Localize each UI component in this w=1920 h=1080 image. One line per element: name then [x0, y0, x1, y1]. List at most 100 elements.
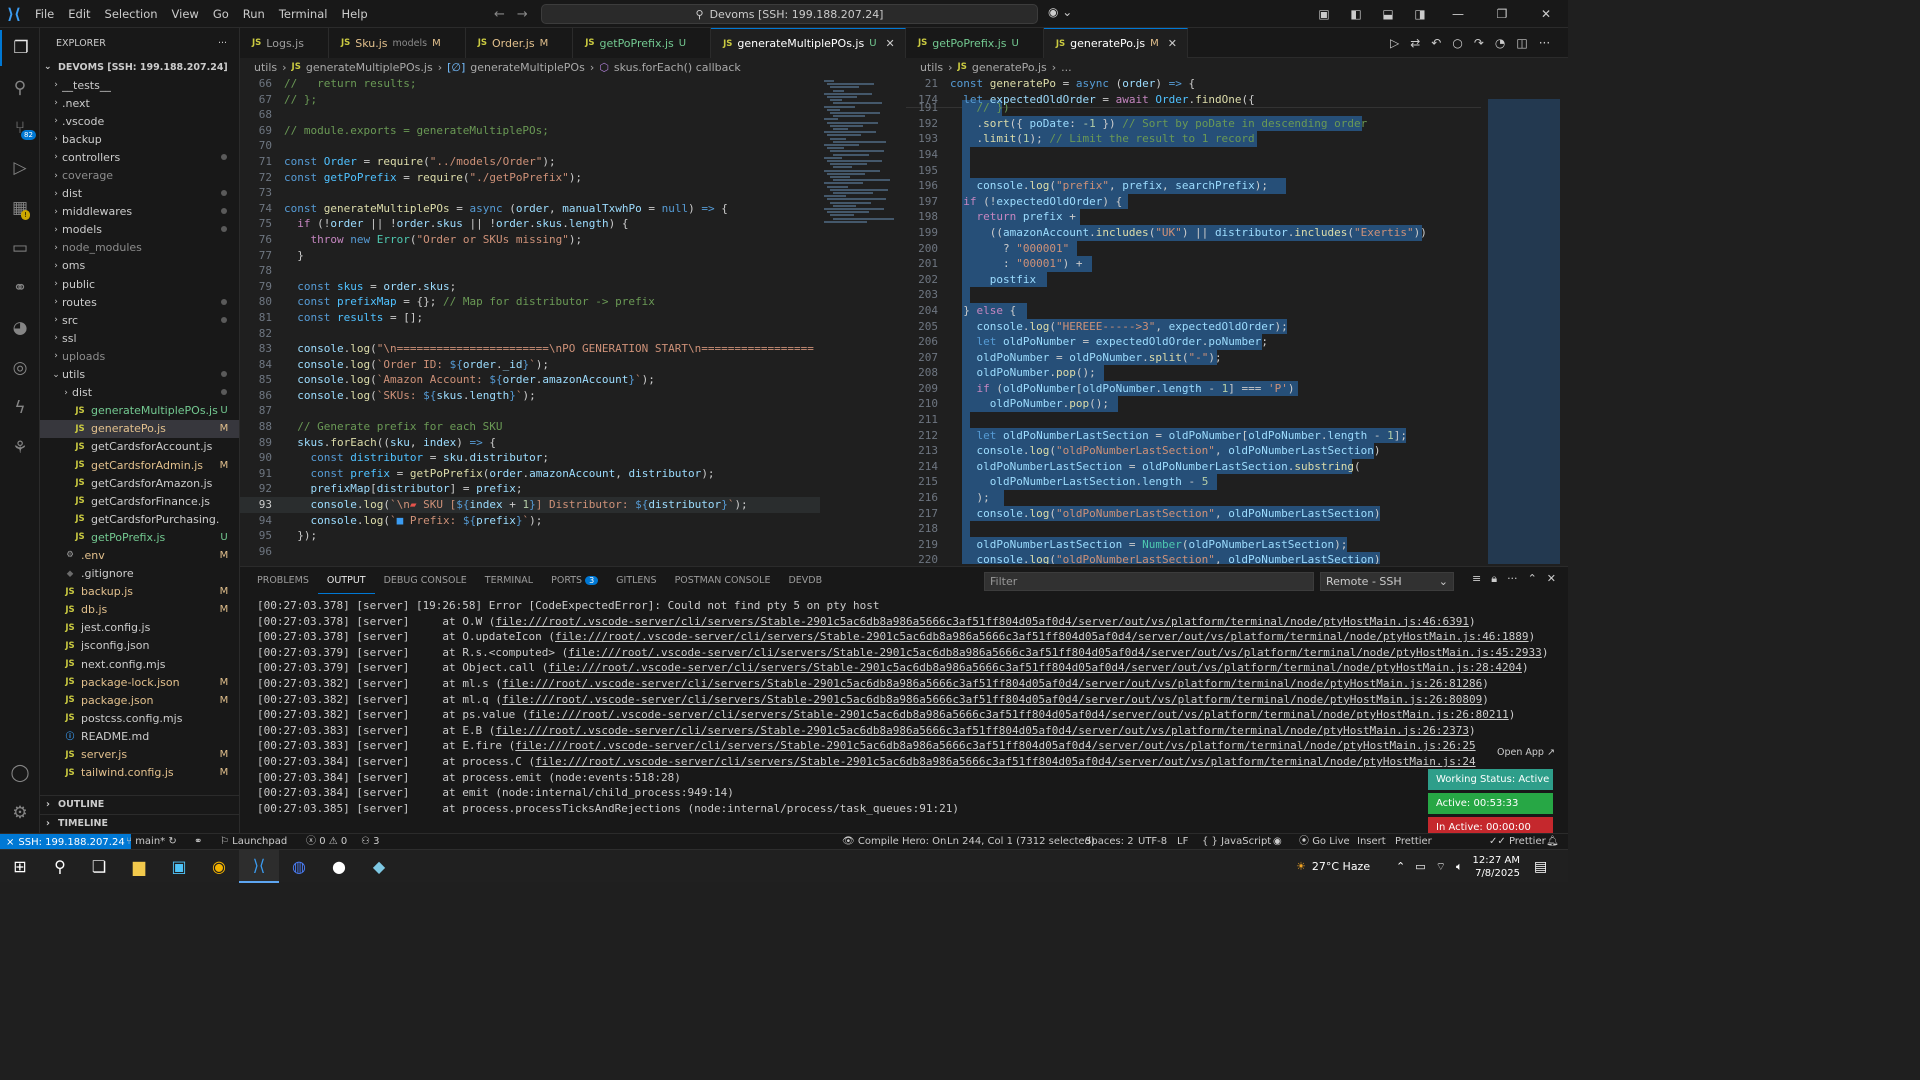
toggle-sidebar-icon[interactable]: ◧	[1340, 7, 1372, 21]
tree-item[interactable]: JS getCardsforAmazon.js	[40, 474, 239, 492]
output-line[interactable]: [00:27:03.384] [server] at emit (node:in…	[257, 785, 1557, 801]
code-line[interactable]: 203	[906, 287, 1481, 303]
indentation[interactable]: Spaces: 2	[1085, 834, 1134, 850]
editor-tab[interactable]: JS generateMultiplePOs.js U ✕	[711, 28, 906, 58]
breadcrumb-item[interactable]: skus.forEach() callback	[614, 61, 741, 74]
editor-tab[interactable]: JS generatePo.js M ✕	[1043, 28, 1188, 58]
menu-help[interactable]: Help	[334, 0, 374, 28]
tree-item[interactable]: › public	[40, 275, 239, 293]
code-line[interactable]: 85 console.log(`Amazon Account: ${order.…	[240, 372, 820, 388]
tree-item[interactable]: JS tailwind.config.js M	[40, 764, 239, 782]
output-line[interactable]: [00:27:03.378] [server] [19:26:58] Error…	[257, 598, 1557, 614]
git-branch[interactable]: ⑂ main* ↻	[126, 834, 177, 850]
revert-icon[interactable]: ↶	[1431, 36, 1441, 50]
output-file-link[interactable]: file:///root/.vscode-server/cli/servers/…	[495, 724, 1469, 737]
output-filter-input[interactable]: Filter	[984, 572, 1314, 591]
code-line[interactable]: 192 .sort({ poDate: -1 }) // Sort by poD…	[906, 115, 1481, 132]
tree-item[interactable]: JS db.js M	[40, 601, 239, 619]
code-line[interactable]: 214 oldPoNumberLastSection = oldPoNumber…	[906, 458, 1481, 475]
code-line[interactable]: 73	[240, 185, 820, 201]
tree-item[interactable]: › routes	[40, 293, 239, 311]
thunder-icon[interactable]: ϟ	[0, 390, 40, 426]
launchpad-item[interactable]: ⚐ Launchpad	[220, 834, 287, 850]
tree-item[interactable]: JS next.config.mjs	[40, 655, 239, 673]
menu-view[interactable]: View	[165, 0, 206, 28]
code-line[interactable]: 199 ((amazonAccount.includes("UK") || di…	[906, 224, 1481, 241]
outline-section[interactable]: › OUTLINE	[40, 795, 240, 813]
menu-edit[interactable]: Edit	[61, 0, 97, 28]
vscode-taskbar-icon[interactable]: ⟩⟨	[239, 850, 279, 883]
code-line[interactable]: 79 const skus = order.skus;	[240, 279, 820, 295]
left-code-editor[interactable]: 66 // return results; 67 // }; 68 69 // module…	[240, 76, 820, 564]
code-line[interactable]: 83 console.log("\n======================…	[240, 341, 820, 357]
forward-arrow-icon[interactable]: →	[517, 7, 528, 22]
output-line[interactable]: [00:27:03.385] [server] at process.proce…	[257, 801, 1557, 817]
account-icon[interactable]: ◯	[0, 755, 40, 791]
code-line[interactable]: 81 const results = [];	[240, 310, 820, 326]
compare-icon[interactable]: ⇄	[1410, 36, 1420, 50]
timeline-git-icon[interactable]: ◎	[0, 350, 40, 386]
more-actions-icon[interactable]: ···	[218, 38, 227, 49]
notifications-bell-icon[interactable]: 🔔︎	[1546, 834, 1559, 850]
cursor-position[interactable]: Ln 244, Col 1 (7312 selected)	[947, 834, 1095, 850]
output-line[interactable]: [00:27:03.379] [server] at Object.call (…	[257, 660, 1557, 676]
code-line[interactable]: 200 ? "000001"	[906, 240, 1481, 257]
output-log[interactable]: [00:27:03.378] [server] [19:26:58] Error…	[257, 598, 1557, 816]
clock[interactable]: 12:27 AM 7/8/2025	[1472, 850, 1520, 883]
code-line[interactable]: 74 const generateMultiplePOs = async (ord…	[240, 201, 820, 217]
close-window-icon[interactable]: ✕	[1524, 7, 1568, 21]
panel-tab-debug-console[interactable]: DEBUG CONSOLE	[375, 567, 476, 594]
timeline-section[interactable]: › TIMELINE	[40, 814, 240, 832]
output-file-link[interactable]: file:///root/.vscode-server/cli/servers/…	[555, 630, 1529, 643]
lock-icon[interactable]: 🔒︎	[1491, 572, 1497, 586]
tree-item[interactable]: JS getCardsforAccount.js	[40, 438, 239, 456]
code-line[interactable]: 88 // Generate prefix for each SKU	[240, 419, 820, 435]
tree-item[interactable]: JS jsconfig.json	[40, 637, 239, 655]
tree-item[interactable]: JS getCardsforFinance.js	[40, 492, 239, 510]
notification-center-icon[interactable]: ▤	[1534, 850, 1547, 883]
prettier-item[interactable]: Prettier	[1395, 834, 1432, 850]
breadcrumb-item[interactable]: ...	[1061, 61, 1072, 74]
tree-item[interactable]: › backup	[40, 130, 239, 148]
code-line[interactable]: 195	[906, 162, 1481, 179]
volume-icon[interactable]: 🔈︎	[1456, 860, 1463, 874]
code-line[interactable]: 201 : "00001") +	[906, 256, 1481, 272]
maximize-panel-icon[interactable]: ⌃	[1528, 572, 1537, 586]
remote-indicator[interactable]: ⨯ SSH: 199.188.207.24	[0, 834, 131, 850]
more-editor-actions-icon[interactable]: ···	[1539, 36, 1550, 50]
insert-mode[interactable]: Insert	[1357, 834, 1386, 850]
toggle-panel-icon[interactable]: ⬓	[1372, 7, 1404, 21]
output-channel-select[interactable]: Remote - SSH ⌄	[1320, 572, 1454, 591]
editor-tab[interactable]: JS getPoPrefix.js U	[906, 28, 1044, 58]
output-line[interactable]: [00:27:03.382] [server] at ml.q (file://…	[257, 692, 1557, 708]
zoom-icon[interactable]: ◍	[279, 850, 319, 883]
workspace-root[interactable]: ⌄ DEVOMS [SSH: 199.188.207.24]	[40, 58, 239, 76]
right-code-editor[interactable]: 21 const generatePo = async (order) => {1…	[906, 76, 1481, 564]
tree-item[interactable]: JS server.js M	[40, 745, 239, 763]
right-minimap[interactable]	[1482, 76, 1568, 564]
tree-item[interactable]: ⌄ utils	[40, 366, 239, 384]
panel-tab-terminal[interactable]: TERMINAL	[476, 567, 542, 594]
menu-go[interactable]: Go	[206, 0, 236, 28]
tree-item[interactable]: › dist	[40, 384, 239, 402]
menu-file[interactable]: File	[28, 0, 61, 28]
editor-tab[interactable]: JS Order.js M	[465, 28, 574, 58]
tree-item[interactable]: JS getCardsforPurchasing.js	[40, 510, 239, 528]
go-live-item[interactable]: ⦿ Go Live	[1299, 834, 1350, 850]
code-line[interactable]: 91 const prefix = getPoPrefix(order.amaz…	[240, 466, 820, 482]
tray-chevron-icon[interactable]: ⌃	[1396, 860, 1405, 873]
code-line[interactable]: 206 let oldPoNumber = expectedOldOrder.p…	[906, 334, 1481, 350]
output-file-link[interactable]: file:///root/.vscode-server/cli/servers/…	[548, 661, 1522, 674]
battery-icon[interactable]: ▭	[1415, 860, 1425, 873]
code-line[interactable]: 212 let oldPoNumberLastSection = oldPoNu…	[906, 427, 1481, 444]
gitlens-icon[interactable]: ⚭	[0, 270, 40, 306]
output-line[interactable]: [00:27:03.384] [server] at process.emit …	[257, 770, 1557, 786]
problems-indicator[interactable]: ⓧ 0 ⚠ 0	[306, 834, 347, 850]
tree-item[interactable]: › src	[40, 311, 239, 329]
tree-item[interactable]: › ssl	[40, 329, 239, 347]
breadcrumb-item[interactable]: generateMultiplePOs.js	[306, 61, 433, 74]
code-line[interactable]: 193 .limit(1); // Limit the result to 1 …	[906, 131, 1481, 147]
output-line[interactable]: [00:27:03.378] [server] at O.W (file:///…	[257, 614, 1557, 630]
tree-item[interactable]: › dist	[40, 185, 239, 203]
tree-item[interactable]: › middlewares	[40, 203, 239, 221]
